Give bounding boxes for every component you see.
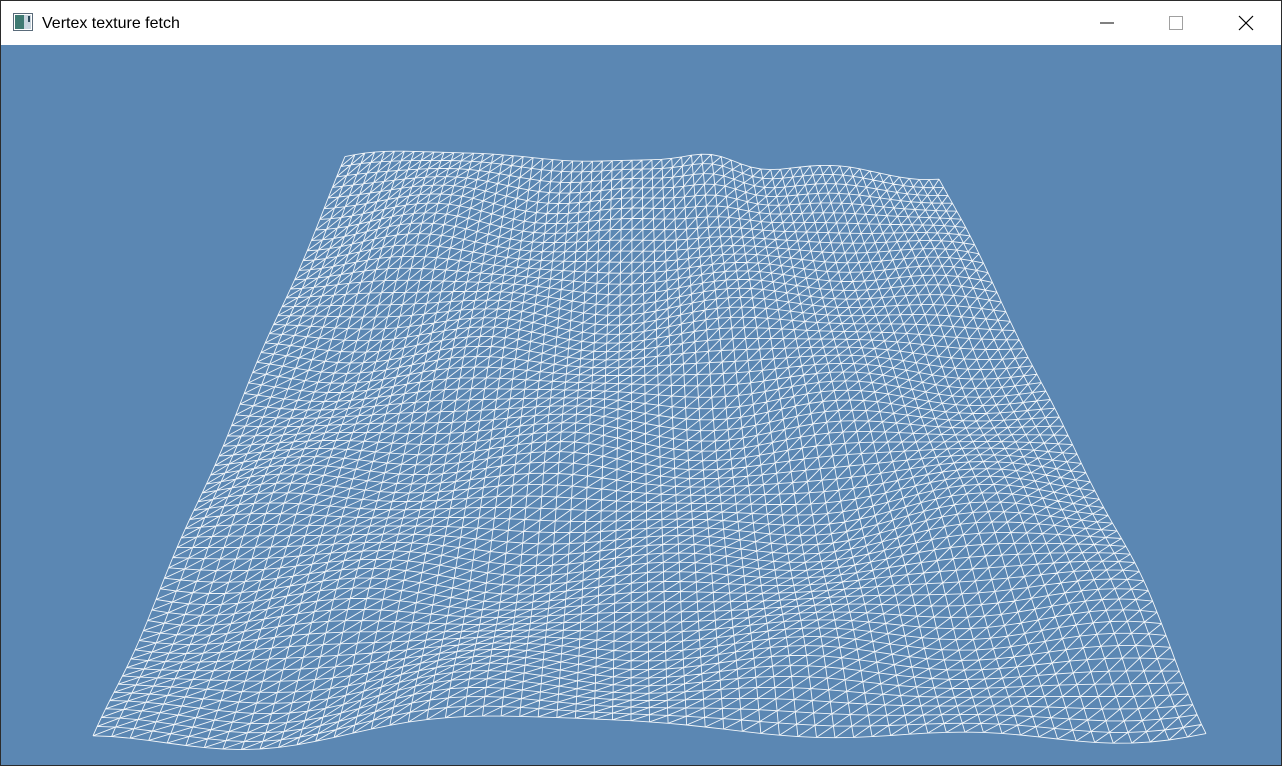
minimize-icon <box>1100 22 1114 24</box>
window-title: Vertex texture fetch <box>42 15 180 32</box>
mesh-wire-lines <box>92 150 1207 751</box>
app-window: Vertex texture fetch <box>0 0 1282 766</box>
title-bar[interactable]: Vertex texture fetch <box>1 1 1281 45</box>
render-viewport[interactable] <box>1 45 1281 765</box>
app-window-icon <box>13 13 33 31</box>
close-icon <box>1238 15 1254 31</box>
maximize-button[interactable] <box>1141 1 1211 45</box>
maximize-icon <box>1169 16 1183 30</box>
minimize-button[interactable] <box>1072 1 1142 45</box>
close-button[interactable] <box>1211 1 1281 45</box>
terrain-wireframe-mesh <box>92 150 1207 751</box>
